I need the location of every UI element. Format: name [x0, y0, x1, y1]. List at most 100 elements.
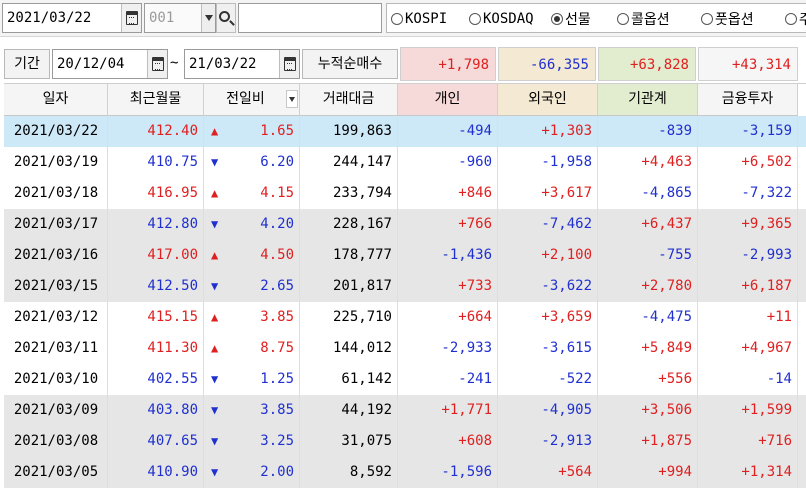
cell-institution: -839 [658, 123, 692, 139]
cell-change: 1.65 [260, 123, 294, 139]
cell-foreign: +2,100 [541, 247, 592, 263]
date-input-value: 2021/03/22 [7, 10, 92, 26]
toolbar: 2021/03/22 001 KOSPI KOSDAQ 선물 콜옵션 풋옵션 주 [0, 0, 806, 37]
cell-volume: 228,167 [332, 216, 392, 232]
cell-price: 403.80 [147, 402, 198, 418]
radio-kosdaq[interactable]: KOSDAQ [469, 11, 534, 27]
cell-volume: 8,592 [349, 464, 392, 480]
date-input[interactable]: 2021/03/22 [2, 3, 142, 33]
up-triangle-icon: ▲ [211, 310, 219, 324]
code-dropdown-button[interactable] [201, 4, 215, 32]
cell-institution: +1,875 [641, 433, 692, 449]
table-row[interactable]: 2021/03/17 412.80 4.20 228,167 +766 -7,462 +6,… [4, 209, 806, 240]
table-row[interactable]: 2021/03/15 412.50 2.65 201,817 +733 -3,622 +2,… [4, 271, 806, 302]
cell-price: 411.30 [147, 340, 198, 356]
table-row[interactable]: 2021/03/18 416.95 4.15 233,794 +846 +3,617 -4,… [4, 178, 806, 209]
radio-call-option[interactable]: 콜옵션 [617, 11, 670, 28]
header-change[interactable]: 전일비 [204, 84, 300, 116]
cell-foreign: -522 [558, 371, 592, 387]
cell-finance: +6,502 [741, 154, 792, 170]
cell-individual: +846 [458, 185, 492, 201]
radio-label: KOSPI [405, 11, 448, 27]
cell-finance: -3,159 [741, 123, 792, 139]
search-button[interactable] [216, 3, 236, 33]
table-row[interactable]: 2021/03/12 415.15 3.85 225,710 +664 +3,659 -4,… [4, 302, 806, 333]
cell-date: 2021/03/09 [13, 402, 99, 418]
table-row[interactable]: 2021/03/22 412.40 1.65 199,863 -494 +1,303 -83… [4, 116, 806, 147]
cell-foreign: -1,958 [541, 154, 592, 170]
cell-institution: +4,463 [641, 154, 692, 170]
cell-foreign: -3,615 [541, 340, 592, 356]
cell-change: 3.85 [260, 402, 294, 418]
period-from-input[interactable]: 20/12/04 [52, 49, 168, 79]
header-foreign[interactable]: 외국인 [498, 84, 598, 116]
radio-label: 주 [799, 12, 806, 28]
radio-futures[interactable]: 선물 [551, 11, 591, 28]
table-row[interactable]: 2021/03/10 402.55 1.25 61,142 -241 -522 +556 -1… [4, 364, 806, 395]
cell-foreign: -3,622 [541, 278, 592, 294]
date-calendar-button[interactable] [121, 4, 141, 32]
table-row[interactable]: 2021/03/05 410.90 2.00 8,592 -1,596 +564 +994 +… [4, 457, 806, 488]
table-row[interactable]: 2021/03/09 403.80 3.85 44,192 +1,771 -4,905 +3… [4, 395, 806, 426]
down-triangle-icon: ▼ [211, 155, 219, 169]
cell-volume: 199,863 [332, 123, 392, 139]
header-institution[interactable]: 기관계 [598, 84, 698, 116]
period-to-input[interactable]: 21/03/22 [184, 49, 300, 79]
header-individual[interactable]: 개인 [398, 84, 498, 116]
cell-foreign: -2,913 [541, 433, 592, 449]
radio-stock[interactable]: 주 [785, 11, 806, 28]
header-date[interactable]: 일자 [4, 84, 108, 116]
radio-label: 콜옵션 [631, 12, 670, 28]
radio-label: 선물 [565, 12, 591, 28]
cell-change: 2.65 [260, 278, 294, 294]
cell-volume: 61,142 [341, 371, 392, 387]
cell-date: 2021/03/18 [13, 185, 99, 201]
cell-volume: 44,192 [341, 402, 392, 418]
header-volume[interactable]: 거래대금 [300, 84, 398, 116]
cell-individual: -2,933 [441, 340, 492, 356]
radio-circle-icon [469, 13, 481, 25]
radio-put-option[interactable]: 풋옵션 [701, 11, 754, 28]
from-calendar-button[interactable] [147, 50, 167, 78]
sum-finance: +43,314 [698, 47, 798, 81]
radio-kospi[interactable]: KOSPI [391, 11, 447, 27]
cell-price: 407.65 [147, 433, 198, 449]
table-row[interactable]: 2021/03/19 410.75 6.20 244,147 -960 -1,958 +4,… [4, 147, 806, 178]
cell-finance: +11 [766, 309, 792, 325]
cell-individual: +1,771 [441, 402, 492, 418]
cell-institution: +5,849 [641, 340, 692, 356]
cell-volume: 225,710 [332, 309, 392, 325]
name-input[interactable] [238, 3, 382, 33]
header-change-label: 전일비 [226, 91, 265, 107]
radio-label: 풋옵션 [715, 12, 754, 28]
table-row[interactable]: 2021/03/08 407.65 3.25 31,075 +608 -2,913 +1,8… [4, 426, 806, 457]
cell-change: 4.15 [260, 185, 294, 201]
cell-price: 417.00 [147, 247, 198, 263]
cell-price: 412.50 [147, 278, 198, 294]
code-input[interactable]: 001 [144, 3, 216, 33]
cell-foreign: +1,303 [541, 123, 592, 139]
cell-price: 410.75 [147, 154, 198, 170]
cell-individual: +608 [458, 433, 492, 449]
down-triangle-icon: ▼ [211, 465, 219, 479]
cell-individual: +766 [458, 216, 492, 232]
period-label: 기간 [4, 49, 50, 79]
header-near-month[interactable]: 최근월물 [108, 84, 204, 116]
to-calendar-button[interactable] [279, 50, 299, 78]
sort-dropdown-icon[interactable] [286, 90, 298, 108]
code-input-placeholder: 001 [149, 10, 175, 26]
down-triangle-icon: ▼ [211, 279, 219, 293]
cell-finance: +4,967 [741, 340, 792, 356]
radio-selected-icon [551, 13, 563, 25]
sum-institution: +63,828 [598, 47, 696, 81]
sum-foreign: -66,355 [498, 47, 596, 81]
cell-change: 8.75 [260, 340, 294, 356]
table-row[interactable]: 2021/03/16 417.00 4.50 178,777 -1,436 +2,100 -… [4, 240, 806, 271]
cell-institution: +6,437 [641, 216, 692, 232]
calendar-icon [151, 57, 164, 71]
sum-individual: +1,798 [400, 47, 496, 81]
header-finance[interactable]: 금융투자 [698, 84, 798, 116]
cell-volume: 244,147 [332, 154, 392, 170]
table-row[interactable]: 2021/03/11 411.30 8.75 144,012 -2,933 -3,615 +… [4, 333, 806, 364]
cell-individual: -960 [458, 154, 492, 170]
